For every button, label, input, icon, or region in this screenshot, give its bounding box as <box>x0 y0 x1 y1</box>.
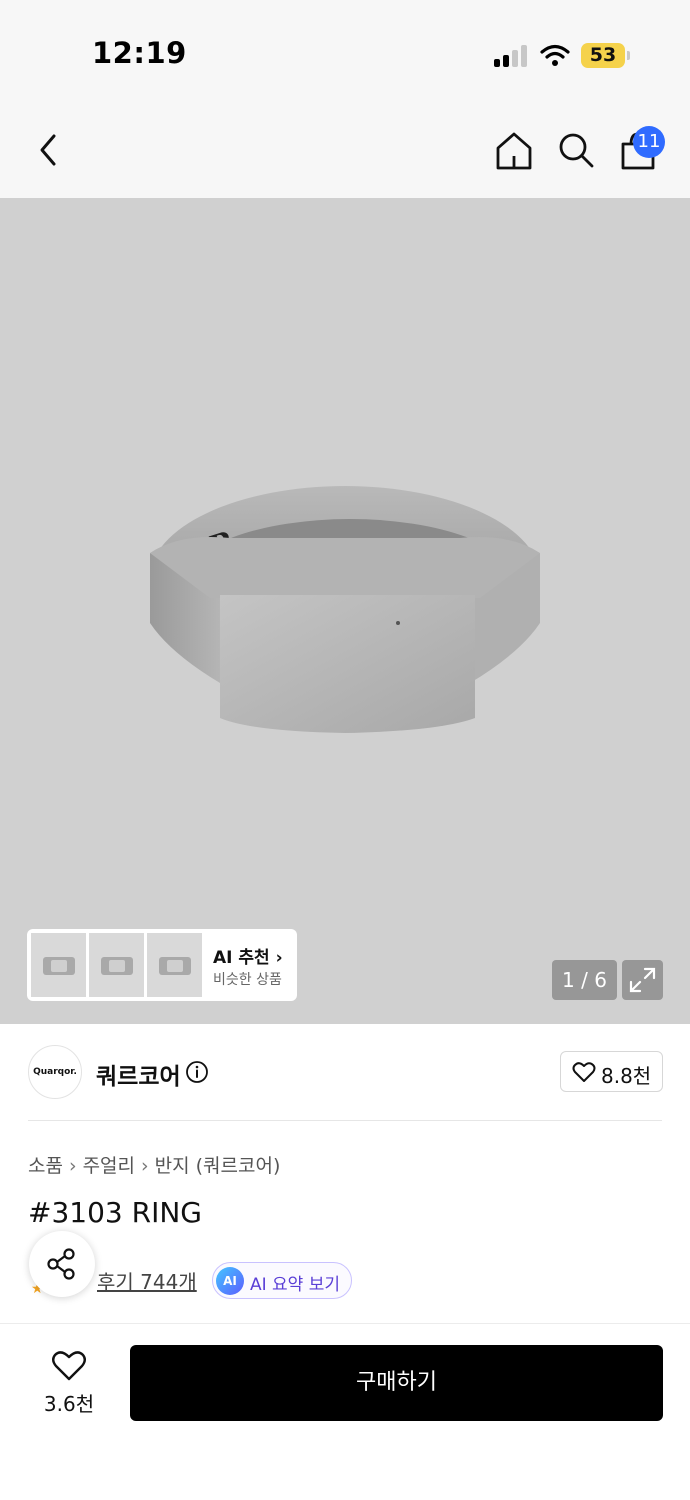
expand-icon[interactable] <box>622 960 663 1000</box>
like-count: 3.6천 <box>43 1392 95 1416</box>
brand-like-button[interactable]: 8.8천 <box>560 1051 663 1092</box>
search-icon[interactable] <box>556 130 596 170</box>
status-bar: 12:19 53 <box>0 0 690 100</box>
heart-icon <box>572 1062 596 1082</box>
divider <box>28 1120 662 1121</box>
battery-level: 53 <box>581 43 625 68</box>
cellular-signal-icon <box>494 45 530 67</box>
ai-badge-icon: AI <box>216 1267 244 1295</box>
image-page-indicator: 1 / 6 <box>552 960 617 1000</box>
nav-bar <box>0 100 690 198</box>
bottom-bar-divider <box>0 1323 690 1324</box>
review-link[interactable]: 후기 744개 <box>97 1266 197 1295</box>
home-icon[interactable] <box>494 130 534 172</box>
ai-recommend-subtitle: 비슷한 상품 <box>213 972 282 988</box>
ai-summary-label: AI 요약 보기 <box>250 1275 341 1295</box>
recommend-thumbnail[interactable] <box>147 933 202 997</box>
breadcrumb-item[interactable]: 소품 <box>28 1155 63 1177</box>
wifi-icon <box>540 44 570 66</box>
chevron-right-icon: › <box>141 1155 149 1177</box>
recommend-thumbnail[interactable] <box>89 933 144 997</box>
status-time: 12:19 <box>92 36 187 70</box>
brand-like-count: 8.8천 <box>601 1064 652 1088</box>
info-icon[interactable] <box>185 1060 209 1084</box>
ai-summary-button[interactable]: AI AI 요약 보기 <box>212 1262 352 1299</box>
buy-button[interactable]: 구매하기 <box>130 1345 663 1421</box>
heart-icon <box>52 1351 86 1381</box>
chevron-right-icon: › <box>68 1155 77 1177</box>
product-image-gallery[interactable]: )OR AI 추천 › 비슷한 상품 1 / 6 <box>0 198 690 1024</box>
share-button[interactable] <box>29 1231 95 1297</box>
battery-tip <box>627 51 630 60</box>
ai-recommend-card[interactable]: AI 추천 › 비슷한 상품 <box>27 929 297 1001</box>
ring-product-image: )OR <box>150 486 540 733</box>
brand-logo[interactable]: Quarqor. <box>28 1045 82 1099</box>
breadcrumb: 소품 › 주얼리 › 반지 (쿼르코어) <box>28 1151 280 1178</box>
cart-count-badge: 11 <box>633 126 665 158</box>
product-title: #3103 RING <box>28 1196 202 1229</box>
like-button[interactable]: 3.6천 <box>36 1348 102 1418</box>
ai-recommend-title: AI 추천 › <box>213 948 283 968</box>
breadcrumb-item[interactable]: 주얼리 <box>83 1155 135 1177</box>
share-icon <box>47 1248 75 1280</box>
brand-name[interactable]: 쿼르코어 <box>96 1057 181 1091</box>
breadcrumb-item[interactable]: 반지 (쿼르코어) <box>155 1155 281 1177</box>
chevron-left-icon[interactable] <box>30 130 66 170</box>
recommend-thumbnail[interactable] <box>31 933 86 997</box>
